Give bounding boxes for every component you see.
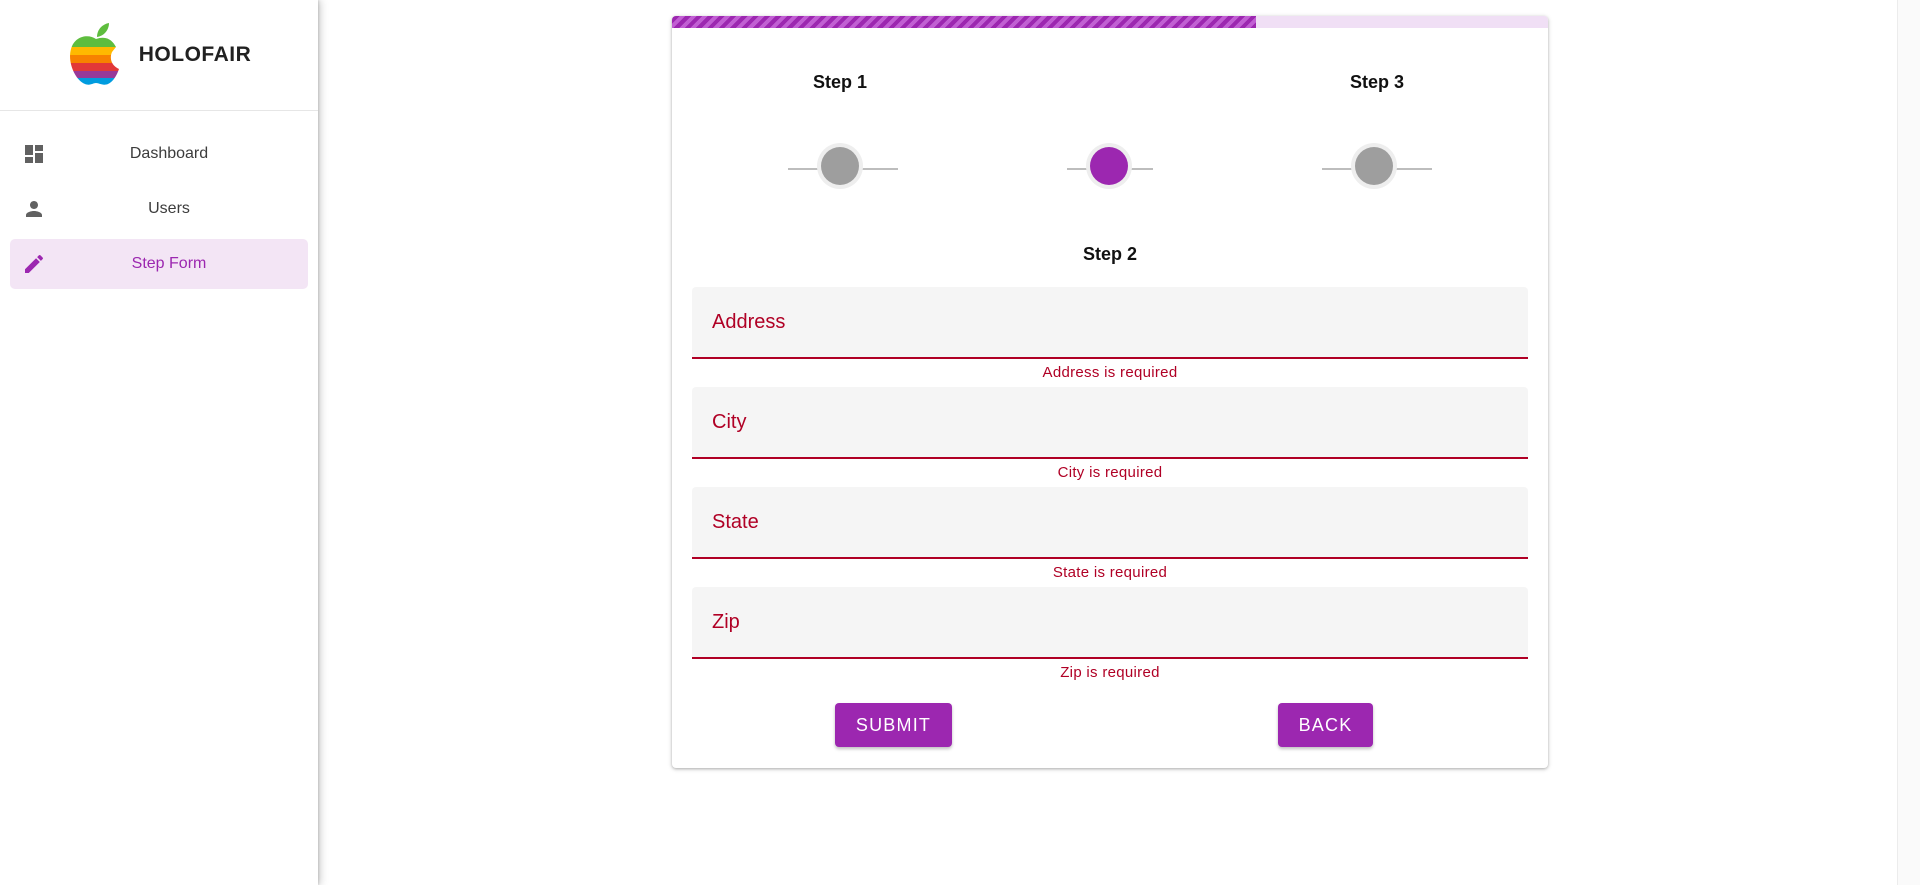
sidebar: HOLOFAIR Dashboard Users Step Form: [0, 0, 318, 885]
sidebar-nav: Dashboard Users Step Form: [0, 111, 318, 289]
app-name: HOLOFAIR: [138, 43, 252, 66]
address-field: [692, 287, 1528, 359]
address-input[interactable]: [692, 287, 1528, 357]
brand-header: HOLOFAIR: [0, 0, 318, 111]
step-progress-bar: [672, 16, 1548, 28]
stepper-connector: [1322, 168, 1354, 170]
state-input[interactable]: [692, 487, 1528, 557]
pencil-icon: [25, 254, 44, 273]
sidebar-item-label: Users: [148, 200, 190, 217]
step-2-indicator: [1090, 147, 1128, 185]
state-field: [692, 487, 1528, 559]
zip-input[interactable]: [692, 587, 1528, 657]
address-error: Address is required: [1042, 364, 1178, 381]
sidebar-item-label: Step Form: [131, 255, 207, 272]
step-3-title: Step 3: [1349, 72, 1405, 92]
step-3-indicator: [1355, 147, 1393, 185]
apple-logo: [69, 23, 119, 85]
zip-error: Zip is required: [1060, 664, 1160, 681]
submit-button[interactable]: SUBMIT: [835, 703, 952, 747]
sidebar-item-label: Dashboard: [129, 145, 209, 162]
back-button[interactable]: BACK: [1278, 703, 1373, 747]
sidebar-item-dashboard[interactable]: Dashboard: [10, 129, 308, 179]
zip-field: [692, 587, 1528, 659]
dashboard-icon: [25, 145, 43, 163]
city-error: City is required: [1057, 464, 1163, 481]
sidebar-item-users[interactable]: Users: [10, 184, 308, 234]
step-2-node[interactable]: [1057, 129, 1167, 209]
progress-fill: [672, 16, 1257, 28]
step-1-node[interactable]: [788, 129, 898, 209]
step-form-card: Step 1 Step 3 Step 2 Address is required…: [672, 16, 1548, 768]
stepper-connector: [1067, 168, 1091, 170]
step-3-node[interactable]: [1322, 129, 1432, 209]
page-scrollbar[interactable]: [1897, 0, 1920, 885]
step-1-indicator: [821, 147, 859, 185]
city-field: [692, 387, 1528, 459]
stepper-connector: [1394, 168, 1432, 170]
state-error: State is required: [1052, 564, 1168, 581]
address-fields: Address is required City is required Sta…: [692, 287, 1528, 687]
stepper-connector: [1129, 168, 1153, 170]
current-step-title: Step 2: [1082, 244, 1138, 264]
stepper-connector: [788, 168, 820, 170]
stepper-connector: [860, 168, 898, 170]
step-1-title: Step 1: [812, 72, 868, 92]
person-icon: [26, 201, 42, 217]
city-input[interactable]: [692, 387, 1528, 457]
sidebar-item-step-form[interactable]: Step Form: [10, 239, 308, 289]
